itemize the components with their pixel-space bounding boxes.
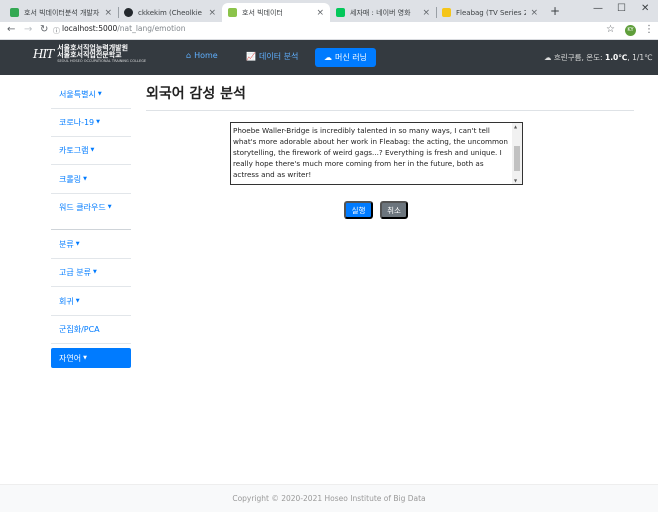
- caret-down-icon: ▼: [83, 355, 87, 361]
- profile-avatar[interactable]: KY: [625, 25, 636, 36]
- sidebar-item-label: 워드 클라우드: [59, 202, 106, 212]
- browser-tab-strip: 호서 빅데이터분석 개발자 × ckkekim (Cheolkie Kim) ×…: [0, 0, 658, 22]
- sidebar-item-label: 회귀: [59, 296, 74, 306]
- sidebar-item-label: 카토그램: [59, 145, 89, 155]
- sidebar-item-crawling[interactable]: 크롤링 ▼: [51, 169, 131, 189]
- close-tab-icon[interactable]: ×: [316, 8, 324, 18]
- site-logo[interactable]: HIT 서울호서직업능력개발원 서울호서직업전문학교 SEOUL HOSEO O…: [33, 44, 147, 63]
- caret-down-icon: ▼: [75, 298, 80, 304]
- tab-favicon-icon: [10, 8, 19, 17]
- sidebar-item-label: 군집화/PCA: [59, 324, 100, 334]
- sidebar-item-cartogram[interactable]: 카토그램 ▼: [51, 140, 131, 160]
- caret-down-icon: ▼: [97, 91, 102, 97]
- browser-tab-active[interactable]: 호서 빅데이터 ×: [222, 3, 330, 22]
- minimize-icon[interactable]: —: [593, 3, 603, 14]
- close-tab-icon[interactable]: ×: [530, 8, 538, 18]
- browser-tab[interactable]: ckkekim (Cheolkie Kim) ×: [118, 3, 222, 22]
- info-icon[interactable]: ⓘ: [53, 26, 60, 36]
- back-icon[interactable]: ←: [7, 24, 15, 35]
- imdb-icon: [442, 8, 451, 17]
- maximize-icon[interactable]: ☐: [617, 3, 626, 14]
- tab-title: Fleabag (TV Series 2016–2019): [456, 8, 527, 17]
- weather-widget: ☁ 흐린구름, 온도: 1.0℃, 1/1℃: [544, 52, 653, 63]
- scroll-up-icon[interactable]: ▲: [514, 124, 517, 129]
- nav-data-analysis-label: 데이터 분석: [258, 52, 299, 61]
- logo-mark: HIT: [33, 47, 54, 62]
- logo-line-3: SEOUL HOSEO OCCUPATIONAL TRAINING COLLEG…: [57, 58, 147, 63]
- sidebar-item-classification[interactable]: 분류 ▼: [51, 234, 131, 254]
- bookmark-star-icon[interactable]: ☆: [606, 24, 615, 35]
- run-button[interactable]: 실행: [344, 201, 373, 219]
- browser-menu-icon[interactable]: ⋮: [644, 24, 654, 35]
- caret-down-icon: ▼: [96, 119, 101, 125]
- sidebar-item-label: 서울특별시: [59, 89, 96, 99]
- tab-favicon-icon: [228, 8, 237, 17]
- tab-title: 세자매 : 네이버 영화: [350, 8, 411, 17]
- new-tab-icon[interactable]: +: [550, 4, 560, 18]
- sidebar-item-regression[interactable]: 회귀 ▼: [51, 291, 131, 311]
- caret-down-icon: ▼: [92, 269, 97, 275]
- sidebar-item-label: 고급 분류: [59, 267, 91, 277]
- copyright-text: Copyright © 2020-2021 Hoseo Institute of…: [232, 494, 426, 503]
- title-divider: [146, 110, 634, 111]
- reload-icon[interactable]: ↻: [40, 24, 48, 35]
- tab-title: ckkekim (Cheolkie Kim): [138, 8, 204, 17]
- browser-tab[interactable]: 세자매 : 네이버 영화 ×: [330, 3, 436, 22]
- nav-machine-learning[interactable]: ☁ 머신 러닝: [315, 48, 376, 67]
- weather-suffix: , 1/1℃: [627, 53, 653, 62]
- nav-data-analysis[interactable]: 📈 데이터 분석: [246, 51, 298, 62]
- browser-tab[interactable]: Fleabag (TV Series 2016–2019) ×: [436, 3, 544, 22]
- close-tab-icon[interactable]: ×: [104, 8, 112, 18]
- sidebar-item-wordcloud[interactable]: 워드 클라우드 ▼: [51, 197, 131, 217]
- github-icon: [124, 8, 133, 17]
- naver-icon: [336, 8, 345, 17]
- home-icon: ⌂: [186, 51, 192, 60]
- sidebar-item-label: 자연어: [59, 353, 82, 363]
- address-bar: ← → ↻ ⓘ localhost:5000/nat_lang/emotion …: [0, 22, 658, 40]
- page-title: 외국어 감성 분석: [146, 86, 246, 102]
- tab-title: 호서 빅데이터분석 개발자: [24, 8, 100, 17]
- scroll-down-icon[interactable]: ▼: [514, 178, 517, 183]
- weather-temp: 1.0℃: [604, 53, 628, 62]
- nav-home-label: Home: [194, 51, 218, 60]
- url-path: /nat_lang/emotion: [117, 24, 186, 33]
- cancel-button[interactable]: 취소: [380, 201, 408, 219]
- weather-prefix: 흐린구름, 온도:: [553, 53, 605, 62]
- close-tab-icon[interactable]: ×: [422, 8, 430, 18]
- sidebar-item-advanced-classification[interactable]: 고급 분류 ▼: [51, 262, 131, 282]
- nav-home[interactable]: ⌂ Home: [186, 51, 218, 60]
- chart-icon: 📈: [246, 52, 256, 61]
- caret-down-icon: ▼: [107, 204, 112, 210]
- window-close-icon[interactable]: ✕: [641, 3, 649, 14]
- close-tab-icon[interactable]: ×: [208, 8, 216, 18]
- sidebar-item-label: 코로나-19: [59, 117, 95, 127]
- review-text-input[interactable]: Phoebe Waller-Bridge is incredibly talen…: [230, 122, 523, 185]
- nav-machine-learning-label: 머신 러닝: [335, 53, 367, 62]
- sidebar-item-seoul[interactable]: 서울특별시 ▼: [51, 84, 131, 104]
- caret-down-icon: ▼: [90, 147, 95, 153]
- brain-icon: ☁: [324, 53, 332, 62]
- textarea-scroll-thumb[interactable]: [514, 146, 520, 171]
- footer: Copyright © 2020-2021 Hoseo Institute of…: [0, 484, 658, 512]
- sidebar-item-natural-language[interactable]: 자연어 ▼: [51, 348, 131, 368]
- forward-icon[interactable]: →: [24, 24, 32, 35]
- tab-title: 호서 빅데이터: [242, 8, 283, 17]
- url-field[interactable]: localhost:5000/nat_lang/emotion: [62, 24, 185, 33]
- browser-tab[interactable]: 호서 빅데이터분석 개발자 ×: [4, 3, 118, 22]
- caret-down-icon: ▼: [83, 176, 87, 182]
- caret-down-icon: ▼: [75, 241, 80, 247]
- sidebar-item-clustering[interactable]: 군집화/PCA: [51, 319, 131, 339]
- sidebar-item-label: 크롤링: [59, 174, 82, 184]
- sidebar-item-label: 분류: [59, 239, 74, 249]
- url-host: localhost:5000: [62, 24, 118, 33]
- sidebar-item-corona[interactable]: 코로나-19 ▼: [51, 112, 131, 132]
- cloud-sun-icon: ☁: [544, 53, 552, 62]
